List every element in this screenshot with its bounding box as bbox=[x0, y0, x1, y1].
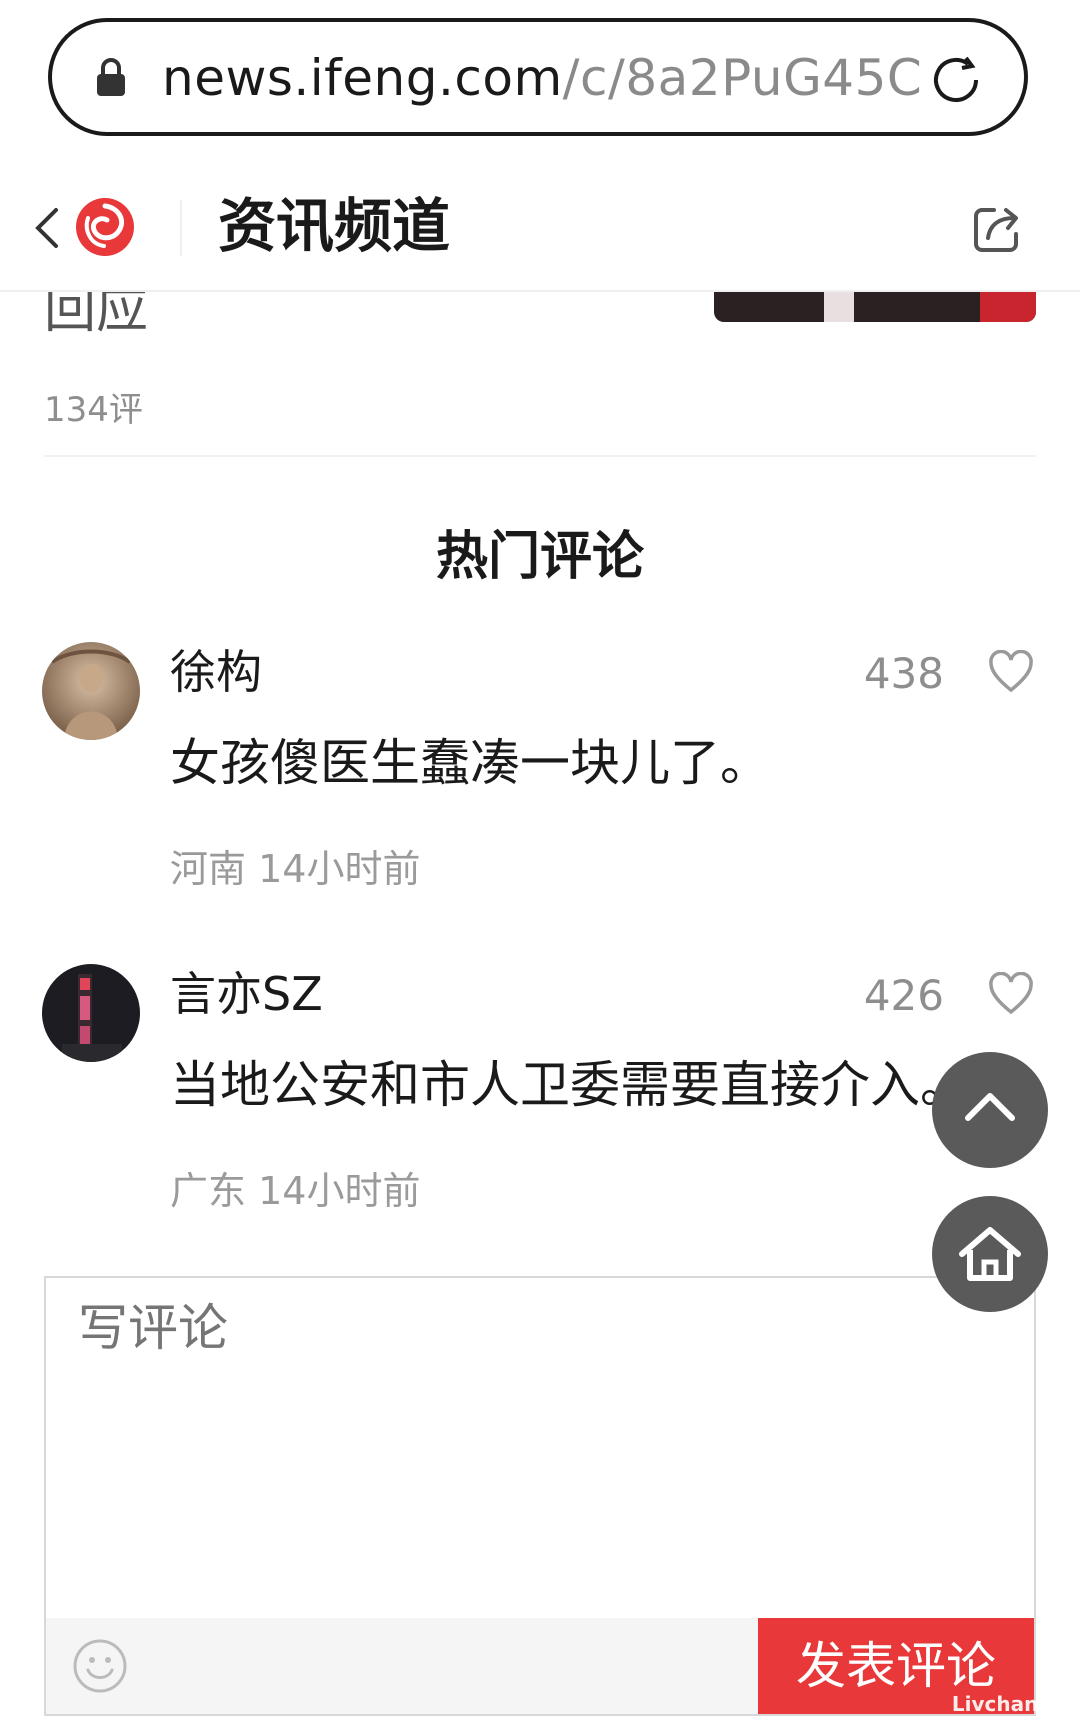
scroll-top-button[interactable] bbox=[932, 1052, 1048, 1168]
like-count: 438 bbox=[863, 649, 944, 698]
back-icon[interactable] bbox=[30, 204, 62, 252]
ifeng-logo[interactable] bbox=[74, 196, 136, 258]
comment-username[interactable]: 言亦SZ bbox=[170, 964, 323, 1024]
watermark: Livchan.cn bbox=[951, 1692, 1072, 1716]
reload-icon[interactable] bbox=[926, 50, 986, 110]
compose-toolbar: 发表评论 bbox=[46, 1618, 1034, 1714]
comment-meta: 河南 14小时前 bbox=[170, 838, 420, 893]
comment-text: 当地公安和市人卫委需要直接介入。 bbox=[170, 1056, 970, 1114]
site-header: 资讯频道 bbox=[0, 160, 1080, 292]
url-text[interactable]: news.ifeng.com/c/8a2PuG45C bbox=[162, 46, 942, 110]
comment-item: 言亦SZ 426 当地公安和市人卫委需要直接介入。 广东 14小时前 bbox=[0, 964, 1080, 1264]
heart-icon[interactable] bbox=[988, 650, 1034, 694]
divider bbox=[44, 455, 1036, 457]
previous-article-comment-count: 134评 bbox=[44, 390, 143, 430]
previous-article-thumbnail[interactable] bbox=[714, 290, 1036, 322]
share-icon[interactable] bbox=[970, 202, 1024, 256]
like-count: 426 bbox=[863, 971, 944, 1020]
comment-time: 14小时前 bbox=[258, 1169, 421, 1213]
comment-compose-box: 发表评论 bbox=[44, 1276, 1036, 1716]
channel-title: 资讯频道 bbox=[218, 192, 451, 260]
avatar[interactable] bbox=[42, 642, 140, 740]
section-title-hot-comments: 热门评论 bbox=[435, 527, 644, 587]
comment-time: 14小时前 bbox=[258, 847, 421, 891]
scroll-top-icon bbox=[965, 1093, 1015, 1121]
comment-location: 广东 bbox=[170, 1169, 247, 1213]
header-divider bbox=[180, 200, 182, 256]
address-bar[interactable]: news.ifeng.com/c/8a2PuG45C bbox=[48, 18, 1028, 136]
comment-username[interactable]: 徐构 bbox=[170, 642, 262, 702]
comment-meta: 广东 14小时前 bbox=[170, 1160, 420, 1215]
avatar[interactable] bbox=[42, 964, 140, 1062]
comment-location: 河南 bbox=[170, 847, 247, 891]
url-host: news.ifeng.com bbox=[162, 49, 563, 107]
comment-input[interactable] bbox=[76, 1298, 880, 1358]
home-button[interactable] bbox=[932, 1196, 1048, 1312]
emoji-icon[interactable] bbox=[72, 1638, 128, 1694]
url-path: /c/8a2PuG45C bbox=[562, 49, 923, 107]
comment-text: 女孩傻医生蠢凑一块儿了。 bbox=[170, 734, 770, 792]
lock-icon bbox=[97, 58, 125, 96]
comment-item: 徐构 438 女孩傻医生蠢凑一块儿了。 河南 14小时前 bbox=[0, 642, 1080, 942]
heart-icon[interactable] bbox=[988, 972, 1034, 1016]
home-icon bbox=[959, 1227, 1021, 1281]
